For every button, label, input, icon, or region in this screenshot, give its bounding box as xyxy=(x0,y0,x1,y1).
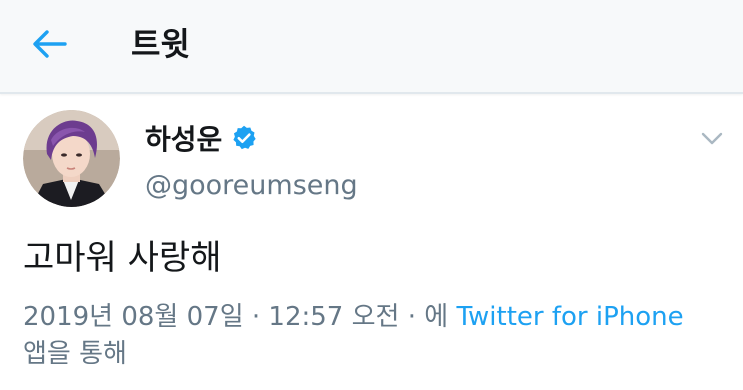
tweet-options-button[interactable] xyxy=(696,124,728,154)
top-app-bar: 트윗 xyxy=(0,0,743,94)
profile-photo xyxy=(23,110,120,207)
tweet-detail-screen: 트윗 하성운 @gooreumseng 고마워 사랑해 2019년 08월 07… xyxy=(0,0,743,390)
avatar[interactable] xyxy=(23,110,120,207)
source-link[interactable]: Twitter for iPhone xyxy=(456,302,683,332)
back-button[interactable] xyxy=(28,22,72,66)
chevron-down-icon xyxy=(701,132,723,145)
tweet-text: 고마워 사랑해 xyxy=(23,238,222,278)
tweet-metadata: 2019년 08월 07일 · 12:57 오전 · 에 Twitter for… xyxy=(23,299,723,373)
author-name-row: 하성운 xyxy=(145,118,258,158)
display-name[interactable]: 하성운 xyxy=(145,118,222,158)
verified-badge-icon xyxy=(230,124,258,152)
tweet-timestamp: 2019년 08월 07일 · 12:57 오전 · 에 xyxy=(23,302,449,332)
page-title: 트윗 xyxy=(131,25,190,63)
arrow-left-icon xyxy=(33,30,67,58)
source-suffix: 앱을 통해 xyxy=(23,339,127,369)
username[interactable]: @gooreumseng xyxy=(145,166,358,206)
